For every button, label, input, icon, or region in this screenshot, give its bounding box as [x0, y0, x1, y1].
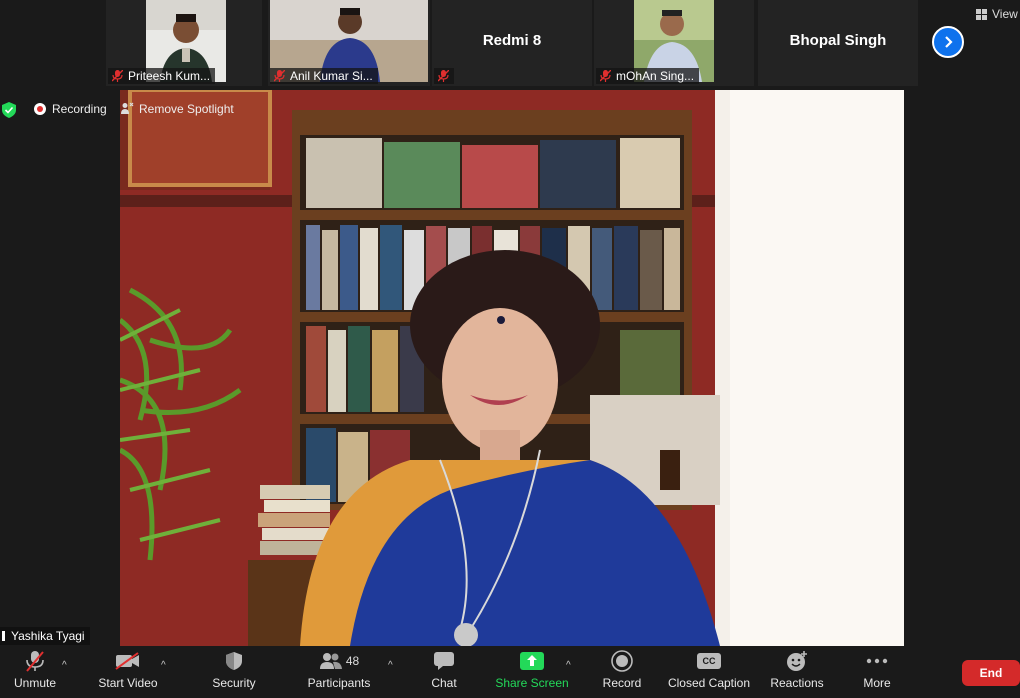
- participant-tile-4[interactable]: mOhAn Sing...: [594, 0, 754, 86]
- participant-tile-3[interactable]: Redmi 8: [432, 0, 592, 86]
- audio-options-caret-icon[interactable]: ^: [62, 660, 67, 671]
- participant-tile-5[interactable]: Bhopal Singh: [758, 0, 918, 86]
- security-button[interactable]: Security: [208, 646, 260, 698]
- closed-caption-button[interactable]: CC Closed Caption: [668, 646, 750, 698]
- spotlight-video: [120, 90, 904, 646]
- reactions-smiley-icon: [787, 651, 807, 671]
- record-icon: [611, 650, 633, 672]
- participant-name: Anil Kumar Si...: [290, 69, 373, 83]
- share-screen-icon: [520, 652, 544, 670]
- participant-name: Bhopal Singh: [789, 32, 887, 49]
- participant-name-tag: mOhAn Sing...: [596, 68, 700, 84]
- security-shield-icon: [2, 102, 16, 123]
- video-camera-off-icon: [115, 652, 139, 670]
- more-label: More: [863, 676, 891, 690]
- security-label: Security: [212, 676, 256, 690]
- reactions-label: Reactions: [770, 676, 824, 690]
- mic-muted-icon: [274, 70, 285, 82]
- participants-label: Participants: [307, 676, 371, 690]
- mic-muted-icon: [600, 70, 611, 82]
- participant-name-tag: Priteesh Kum...: [108, 68, 216, 84]
- speaker-name-tag: Yashika Tyagi: [0, 627, 90, 645]
- chat-button[interactable]: Chat: [424, 646, 464, 698]
- closed-caption-label: Closed Caption: [667, 676, 751, 690]
- participant-name: mOhAn Sing...: [616, 69, 695, 83]
- participants-count: 48: [345, 654, 360, 668]
- participant-tile-2[interactable]: Anil Kumar Si...: [268, 0, 430, 86]
- microphone-muted-icon: [26, 651, 44, 672]
- cc-badge-text: CC: [702, 656, 716, 666]
- remove-spotlight-button[interactable]: Remove Spotlight: [120, 102, 234, 116]
- unmute-label: Unmute: [13, 676, 57, 690]
- spotlight-icon: [121, 102, 134, 114]
- recording-label: Recording: [52, 102, 107, 116]
- reactions-button[interactable]: Reactions: [768, 646, 826, 698]
- chevron-right-icon: [945, 36, 953, 48]
- participants-options-caret-icon[interactable]: ^: [388, 660, 393, 671]
- record-label: Record: [602, 676, 642, 690]
- share-screen-button[interactable]: Share Screen: [495, 646, 569, 698]
- next-page-button[interactable]: [932, 26, 964, 58]
- more-button[interactable]: More: [858, 646, 896, 698]
- record-button[interactable]: Record: [600, 646, 644, 698]
- end-meeting-button[interactable]: End: [962, 660, 1020, 686]
- participants-icon: [319, 653, 342, 669]
- participant-strip: Priteesh Kum... Anil Kumar Si... Redmi 8: [0, 0, 1020, 88]
- participant-name-tag: [434, 68, 454, 84]
- video-options-caret-icon[interactable]: ^: [161, 660, 166, 671]
- chat-label: Chat: [431, 676, 457, 690]
- mic-muted-icon: [112, 70, 123, 82]
- grid-view-icon: [976, 8, 987, 20]
- participants-button[interactable]: 48 Participants: [304, 646, 374, 698]
- recording-indicator[interactable]: Recording: [34, 102, 107, 116]
- closed-caption-icon: CC: [697, 653, 721, 669]
- more-dots-icon: [866, 658, 888, 664]
- participant-name: Redmi 8: [482, 32, 542, 49]
- start-video-label: Start Video: [98, 676, 158, 690]
- share-options-caret-icon[interactable]: ^: [566, 660, 571, 671]
- participant-name-tag: Anil Kumar Si...: [270, 68, 378, 84]
- meeting-toolbar: Unmute ^ Start Video ^ Security 48 Parti…: [0, 646, 1020, 698]
- chat-bubble-icon: [434, 652, 454, 670]
- mic-muted-icon: [438, 70, 449, 82]
- security-shield-icon: [226, 652, 242, 670]
- end-label: End: [979, 666, 1003, 680]
- audio-level-icon: [2, 631, 5, 641]
- unmute-button[interactable]: Unmute: [10, 646, 60, 698]
- recording-dot-icon: [34, 103, 46, 115]
- share-screen-label: Share Screen: [495, 676, 569, 690]
- participant-tile-1[interactable]: Priteesh Kum...: [106, 0, 262, 86]
- remove-spotlight-label: Remove Spotlight: [139, 102, 234, 116]
- speaker-name: Yashika Tyagi: [11, 629, 85, 643]
- view-label: View: [992, 7, 1018, 21]
- speaker-video-frame: [120, 90, 904, 646]
- start-video-button[interactable]: Start Video: [96, 646, 160, 698]
- participant-name: Priteesh Kum...: [128, 69, 211, 83]
- view-button[interactable]: View: [976, 4, 1018, 24]
